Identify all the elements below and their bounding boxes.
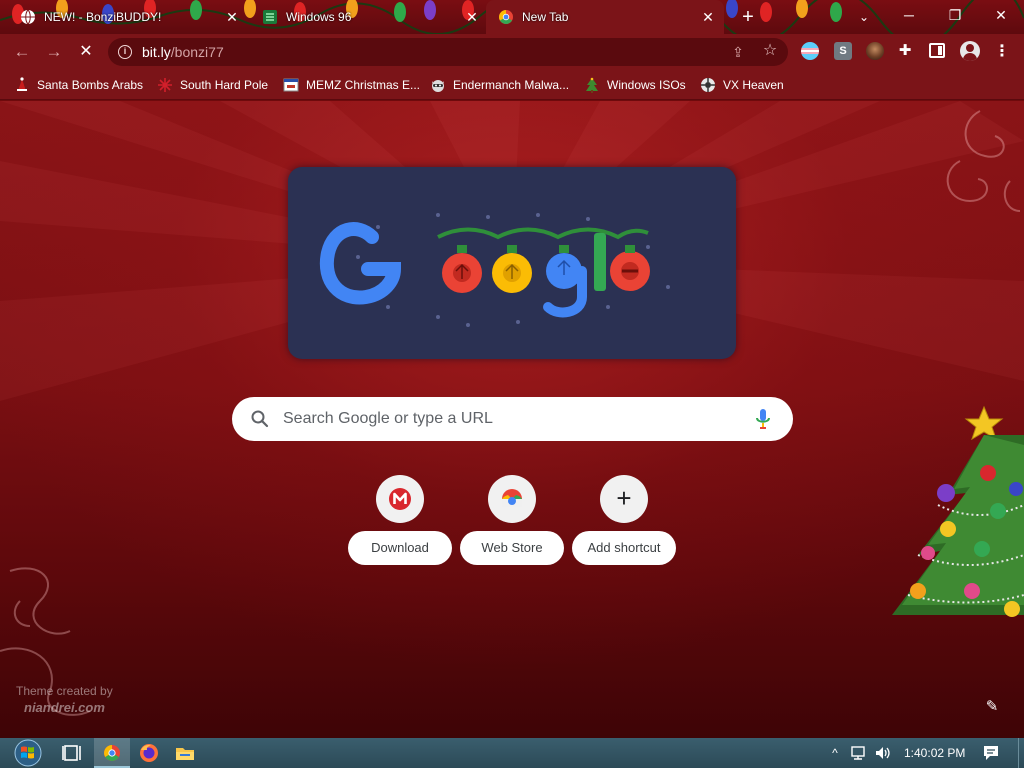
url-text[interactable]: bit.ly/bonzi77 xyxy=(142,44,224,60)
search-icon xyxy=(251,410,269,428)
search-input[interactable] xyxy=(283,397,743,441)
s-extension-icon[interactable]: S xyxy=(834,42,852,60)
snowflake-icon xyxy=(158,78,172,92)
minimize-button[interactable]: ─ xyxy=(886,0,932,30)
theme-credit[interactable]: Theme created by niandrei.com xyxy=(16,684,113,715)
url-host: bit.ly xyxy=(142,44,171,60)
bookmark-windows-isos[interactable]: Windows ISOs xyxy=(584,76,686,94)
search-box[interactable] xyxy=(232,397,793,441)
new-tab-page: Download Web Store + Add shortcut Theme … xyxy=(0,101,1024,738)
theme-credit-text: Theme created by xyxy=(16,684,113,698)
shortcut-web-store[interactable]: Web Store xyxy=(460,475,564,565)
bookmark-label: MEMZ Christmas E... xyxy=(306,78,421,92)
back-button[interactable]: ← xyxy=(10,40,34,64)
taskbar-firefox-icon[interactable] xyxy=(138,742,160,764)
tree-icon xyxy=(586,77,598,93)
forward-button[interactable]: → xyxy=(42,40,66,64)
bookmarks-bar: Santa Bombs Arabs South Hard Pole MEMZ C… xyxy=(0,70,1024,100)
raccoon-icon xyxy=(432,80,444,92)
taskbar-file-explorer-icon[interactable] xyxy=(174,742,196,764)
plus-icon: + xyxy=(616,483,632,513)
task-view-icon[interactable] xyxy=(62,742,84,764)
show-desktop-button[interactable] xyxy=(1018,738,1024,768)
address-bar[interactable]: i bit.ly/bonzi77 ⇪ ☆ xyxy=(108,38,788,66)
santa-icon xyxy=(17,77,27,91)
bookmark-label: VX Heaven xyxy=(723,78,784,92)
close-tab-icon[interactable]: ✕ xyxy=(464,9,480,25)
avatar-extension-icon[interactable] xyxy=(866,42,884,60)
vx-heaven-icon xyxy=(701,78,715,92)
bookmark-south-hard-pole[interactable]: South Hard Pole xyxy=(157,76,268,94)
url-path: /bonzi77 xyxy=(170,44,224,60)
webstore-icon xyxy=(502,489,522,507)
bookmark-label: South Hard Pole xyxy=(180,78,269,92)
chrome-icon xyxy=(499,10,513,24)
bookmark-label: Endermanch Malwa... xyxy=(453,78,570,92)
browser-toolbar: ← → ✕ i bit.ly/bonzi77 ⇪ ☆ S ✚ ⋮ xyxy=(0,34,1024,70)
bookmark-vx-heaven[interactable]: VX Heaven xyxy=(700,76,784,94)
bookmark-santa-bombs-arabs[interactable]: Santa Bombs Arabs xyxy=(14,76,143,94)
google-doodle[interactable] xyxy=(288,167,736,359)
taskbar-chrome-icon[interactable] xyxy=(94,738,130,768)
show-hidden-icons-chevron-icon[interactable]: ^ xyxy=(828,743,842,763)
notification-center-icon[interactable] xyxy=(982,744,1000,762)
swirl-decoration xyxy=(946,110,1021,212)
shortcut-tile[interactable] xyxy=(376,475,424,523)
shortcut-tile[interactable]: + xyxy=(600,475,648,523)
tab-strip: NEW! - BonziBUDDY! ✕ Windows 96 ✕ New Ta… xyxy=(0,0,1024,34)
window-icon xyxy=(283,78,299,92)
tab-title: NEW! - BonziBUDDY! xyxy=(44,10,162,24)
shortcut-label[interactable]: Add shortcut xyxy=(572,531,676,565)
mega-icon xyxy=(389,488,411,510)
profile-avatar-icon[interactable] xyxy=(960,41,980,61)
close-tab-icon[interactable]: ✕ xyxy=(700,9,716,25)
volume-icon[interactable] xyxy=(874,744,892,762)
tab-windows-96[interactable]: Windows 96 ✕ xyxy=(242,0,488,34)
chrome-icon xyxy=(104,745,120,761)
share-icon[interactable]: ⇪ xyxy=(728,42,748,62)
windows-taskbar: ^ 1:40:02 PM xyxy=(0,738,1024,768)
shortcut-label[interactable]: Web Store xyxy=(460,531,564,565)
shortcut-download[interactable]: Download xyxy=(348,475,452,565)
stop-loading-button[interactable]: ✕ xyxy=(74,40,98,64)
microphone-icon[interactable] xyxy=(754,408,772,430)
start-button[interactable] xyxy=(8,738,48,768)
tab-title: New Tab xyxy=(522,10,569,24)
shortcut-label[interactable]: Download xyxy=(348,531,452,565)
close-tab-icon[interactable]: ✕ xyxy=(224,9,240,25)
trans-flag-icon[interactable] xyxy=(801,42,819,60)
side-panel-icon[interactable] xyxy=(929,43,945,58)
taskbar-clock[interactable]: 1:40:02 PM xyxy=(904,746,965,760)
theme-credit-site[interactable]: niandrei.com xyxy=(24,700,113,715)
tab-search-chevron-icon[interactable]: ⌄ xyxy=(852,5,876,29)
extensions-puzzle-icon[interactable]: ✚ xyxy=(896,42,914,60)
bookmark-label: Santa Bombs Arabs xyxy=(37,78,144,92)
chrome-menu-button[interactable]: ⋮ xyxy=(994,40,1010,64)
shortcut-add[interactable]: + Add shortcut xyxy=(572,475,676,565)
close-window-button[interactable]: ✕ xyxy=(978,0,1024,30)
new-tab-button[interactable]: + xyxy=(738,7,758,27)
restore-button[interactable]: ❐ xyxy=(932,0,978,30)
bookmark-endermanch-malware[interactable]: Endermanch Malwa... xyxy=(430,76,569,94)
tab-bonzibuddy[interactable]: NEW! - BonziBUDDY! ✕ xyxy=(0,0,248,34)
windows96-icon xyxy=(263,10,277,24)
bookmark-label: Windows ISOs xyxy=(607,78,686,92)
doodle-artwork xyxy=(319,213,670,327)
shortcut-tile[interactable] xyxy=(488,475,536,523)
site-info-icon[interactable]: i xyxy=(118,45,132,59)
bookmark-memz-christmas[interactable]: MEMZ Christmas E... xyxy=(283,76,420,94)
tab-new-tab[interactable]: New Tab ✕ xyxy=(486,0,724,34)
tab-title: Windows 96 xyxy=(286,10,352,24)
customize-pencil-icon[interactable]: ✎ xyxy=(980,695,1004,719)
bookmark-star-icon[interactable]: ☆ xyxy=(760,41,780,61)
christmas-tree-decoration xyxy=(892,405,1024,617)
globe-icon xyxy=(21,9,35,25)
network-icon[interactable] xyxy=(850,745,868,761)
